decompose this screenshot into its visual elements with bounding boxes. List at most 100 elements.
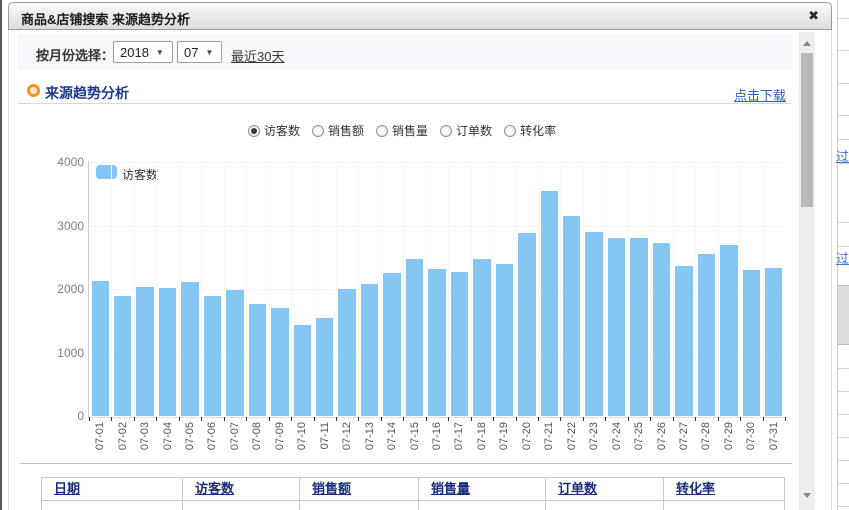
table-header-1[interactable]: 访客数 (183, 478, 300, 500)
table-cell (664, 500, 784, 510)
radio-icon[interactable] (312, 125, 324, 137)
metric-radio-1[interactable]: 销售额 (312, 122, 364, 139)
bar-07-08 (249, 304, 266, 416)
background-cell-border (837, 246, 849, 247)
radio-icon[interactable] (248, 125, 260, 137)
x-tick-label: 07-19 (498, 422, 510, 462)
metric-radio-0[interactable]: 访客数 (248, 122, 300, 139)
background-cell-border (837, 368, 849, 369)
grid-line (89, 162, 785, 163)
bar-07-25 (630, 238, 647, 416)
y-tick-label: 0 (30, 409, 84, 423)
month-select[interactable]: 07 ▼ (177, 41, 222, 63)
bar-07-13 (361, 284, 378, 416)
x-tick-label: 07-24 (611, 422, 623, 462)
bar-07-28 (698, 254, 715, 416)
y-tick-label: 3000 (30, 219, 84, 233)
grid-line (246, 162, 247, 416)
bar-07-23 (585, 232, 602, 416)
last-30-days-link[interactable]: 最近30天 (231, 46, 284, 65)
vertical-scrollbar[interactable] (799, 32, 815, 510)
background-cell-border (837, 460, 849, 461)
x-tick-label: 07-14 (386, 422, 398, 462)
scrollbar-thumb[interactable] (801, 53, 813, 207)
table-cell (183, 500, 300, 510)
close-icon[interactable]: ✖ (808, 8, 819, 24)
table-cell (300, 500, 419, 510)
bar-07-15 (406, 259, 423, 416)
grid-line (583, 162, 584, 416)
y-tick-label: 1000 (30, 346, 84, 360)
download-link[interactable]: 点击下载 (734, 85, 786, 104)
grid-line (179, 162, 180, 416)
metric-radio-4[interactable]: 转化率 (504, 122, 556, 139)
metric-radio-label: 订单数 (456, 122, 492, 139)
x-tick-label: 07-08 (251, 422, 263, 462)
metric-radio-label: 销售量 (392, 122, 428, 139)
bar-07-26 (653, 243, 670, 416)
bar-07-29 (720, 245, 737, 416)
background-cell-border (837, 483, 849, 484)
table-row (41, 500, 785, 510)
bar-07-12 (338, 289, 355, 416)
table-cell (546, 500, 664, 510)
bar-07-27 (675, 266, 692, 417)
bar-07-07 (226, 290, 243, 416)
bar-07-02 (114, 296, 131, 416)
radio-icon[interactable] (376, 125, 388, 137)
grid-line (291, 162, 292, 416)
bar-07-11 (316, 318, 333, 416)
grid-line (358, 162, 359, 416)
scroll-up-icon[interactable] (803, 41, 811, 46)
x-tick-label: 07-05 (184, 422, 196, 462)
radio-icon[interactable] (440, 125, 452, 137)
x-tick-label: 07-11 (319, 422, 331, 462)
grid-line (650, 162, 651, 416)
background-cell-border (837, 50, 849, 51)
x-tick-label: 07-25 (633, 422, 645, 462)
bar-07-17 (451, 272, 468, 416)
grid-line (493, 162, 494, 416)
background-cell-border (837, 222, 849, 223)
chevron-down-icon: ▼ (156, 48, 164, 57)
metric-radio-3[interactable]: 订单数 (440, 122, 492, 139)
grid-line (201, 162, 202, 416)
background-cell-border (837, 437, 849, 438)
grid-line (336, 162, 337, 416)
grid-line (448, 162, 449, 416)
x-tick-label: 07-28 (700, 422, 712, 462)
grid-line (111, 162, 112, 416)
table-header-3[interactable]: 销售量 (419, 478, 546, 500)
y-tick-label: 4000 (30, 155, 84, 169)
x-tick-label: 07-17 (453, 422, 465, 462)
bar-07-01 (92, 281, 109, 416)
x-tick-label: 07-22 (566, 422, 578, 462)
year-select[interactable]: 2018 ▼ (113, 41, 173, 63)
x-tick-label: 07-31 (768, 422, 780, 462)
grid-line (156, 162, 157, 416)
background-cell-border (837, 18, 849, 19)
grid-line (538, 162, 539, 416)
screen: 过过 商品&店铺搜索 来源趋势分析 ✖ 按月份选择： 2018 ▼ 07 ▼ 最… (0, 0, 849, 510)
scroll-down-icon[interactable] (803, 493, 811, 498)
month-filter-label: 按月份选择： (36, 45, 114, 64)
bar-07-14 (383, 273, 400, 417)
background-link-fragment: 过 (836, 146, 849, 165)
grid-line (763, 162, 764, 416)
metric-radio-2[interactable]: 销售量 (376, 122, 428, 139)
x-tick-label: 07-26 (656, 422, 668, 462)
background-cell-border (837, 391, 849, 392)
x-tick-label: 07-03 (139, 422, 151, 462)
x-tick-label: 07-02 (117, 422, 129, 462)
table-header-5[interactable]: 转化率 (664, 478, 784, 500)
grid-line (89, 226, 785, 227)
month-select-value: 07 (184, 45, 198, 60)
background-cell-border (837, 506, 849, 507)
bar-07-20 (518, 233, 535, 416)
radio-icon[interactable] (504, 125, 516, 137)
table-header-2[interactable]: 销售额 (300, 478, 419, 500)
bar-07-09 (271, 308, 288, 416)
table-header-4[interactable]: 订单数 (546, 478, 664, 500)
bar-07-30 (743, 270, 760, 416)
table-header-0[interactable]: 日期 (42, 478, 183, 500)
